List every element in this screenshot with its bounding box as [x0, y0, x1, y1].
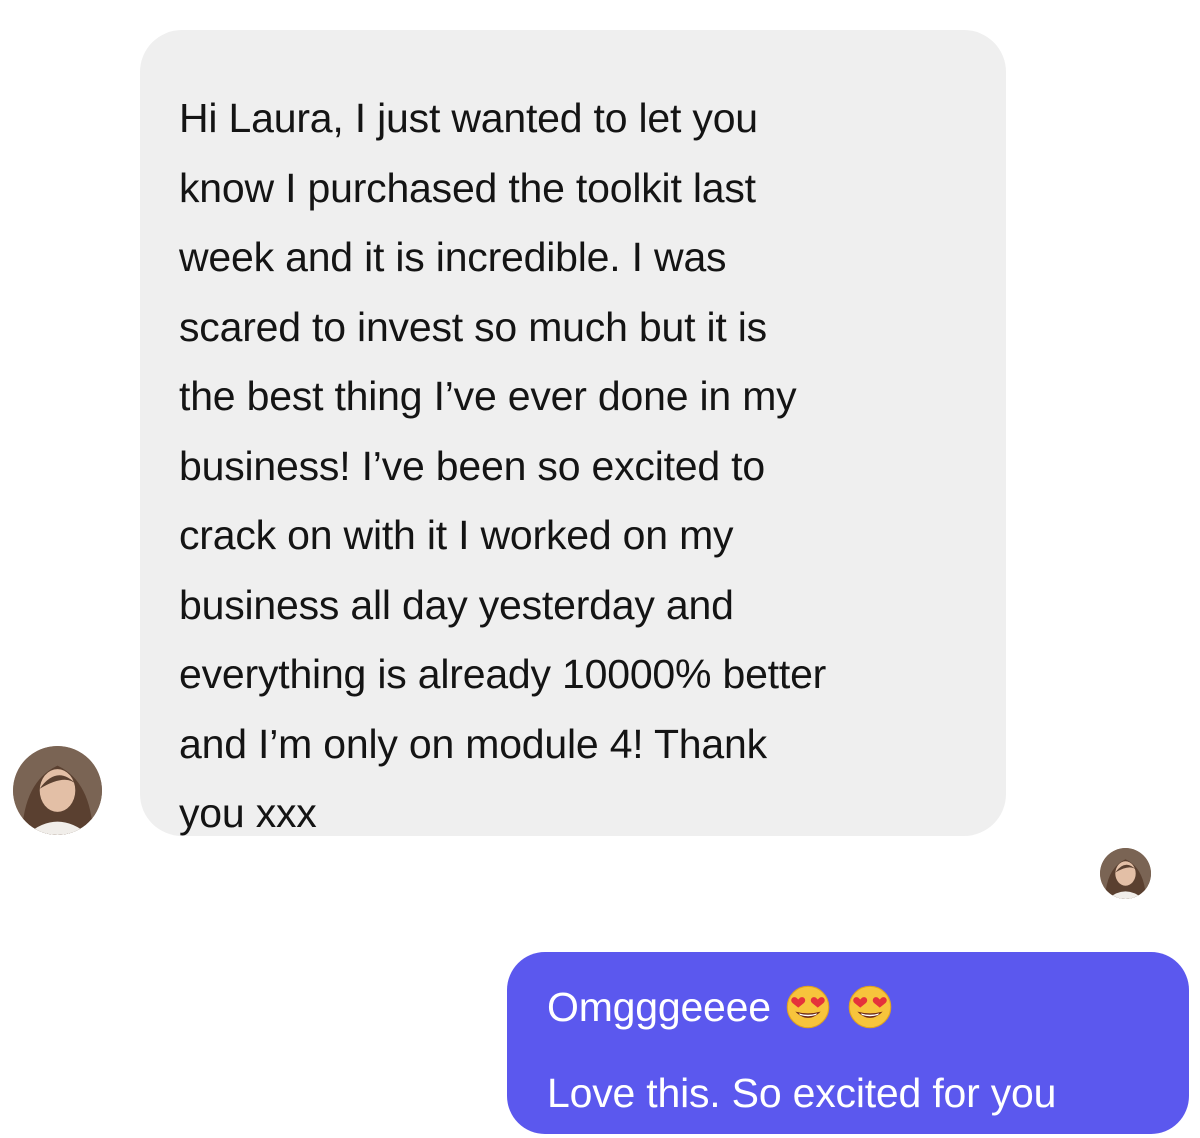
heart-eyes-emoji-icon [785, 984, 831, 1030]
sender-avatar[interactable] [13, 746, 102, 835]
seen-avatar [1100, 848, 1151, 899]
seen-avatar-photo-icon [1100, 848, 1151, 899]
incoming-message-text: Hi Laura, I just wanted to let you know … [179, 95, 827, 836]
outgoing-message-text-2: Love this. So excited for you [547, 1070, 1057, 1116]
outgoing-message-bubble[interactable]: Omgggeeee Love this. So excited for you [507, 952, 1189, 1134]
sender-avatar-photo-icon [13, 746, 102, 835]
incoming-message-bubble[interactable]: Hi Laura, I just wanted to let you know … [140, 30, 1006, 836]
outgoing-message-line-1: Omgggeeee [547, 984, 1189, 1030]
outgoing-message-line-2: Love this. So excited for you [547, 1070, 1189, 1116]
message-thread: Hi Laura, I just wanted to let you know … [0, 0, 1200, 1138]
outgoing-message-text-1: Omgggeeee [547, 984, 771, 1030]
heart-eyes-emoji-icon [847, 984, 893, 1030]
